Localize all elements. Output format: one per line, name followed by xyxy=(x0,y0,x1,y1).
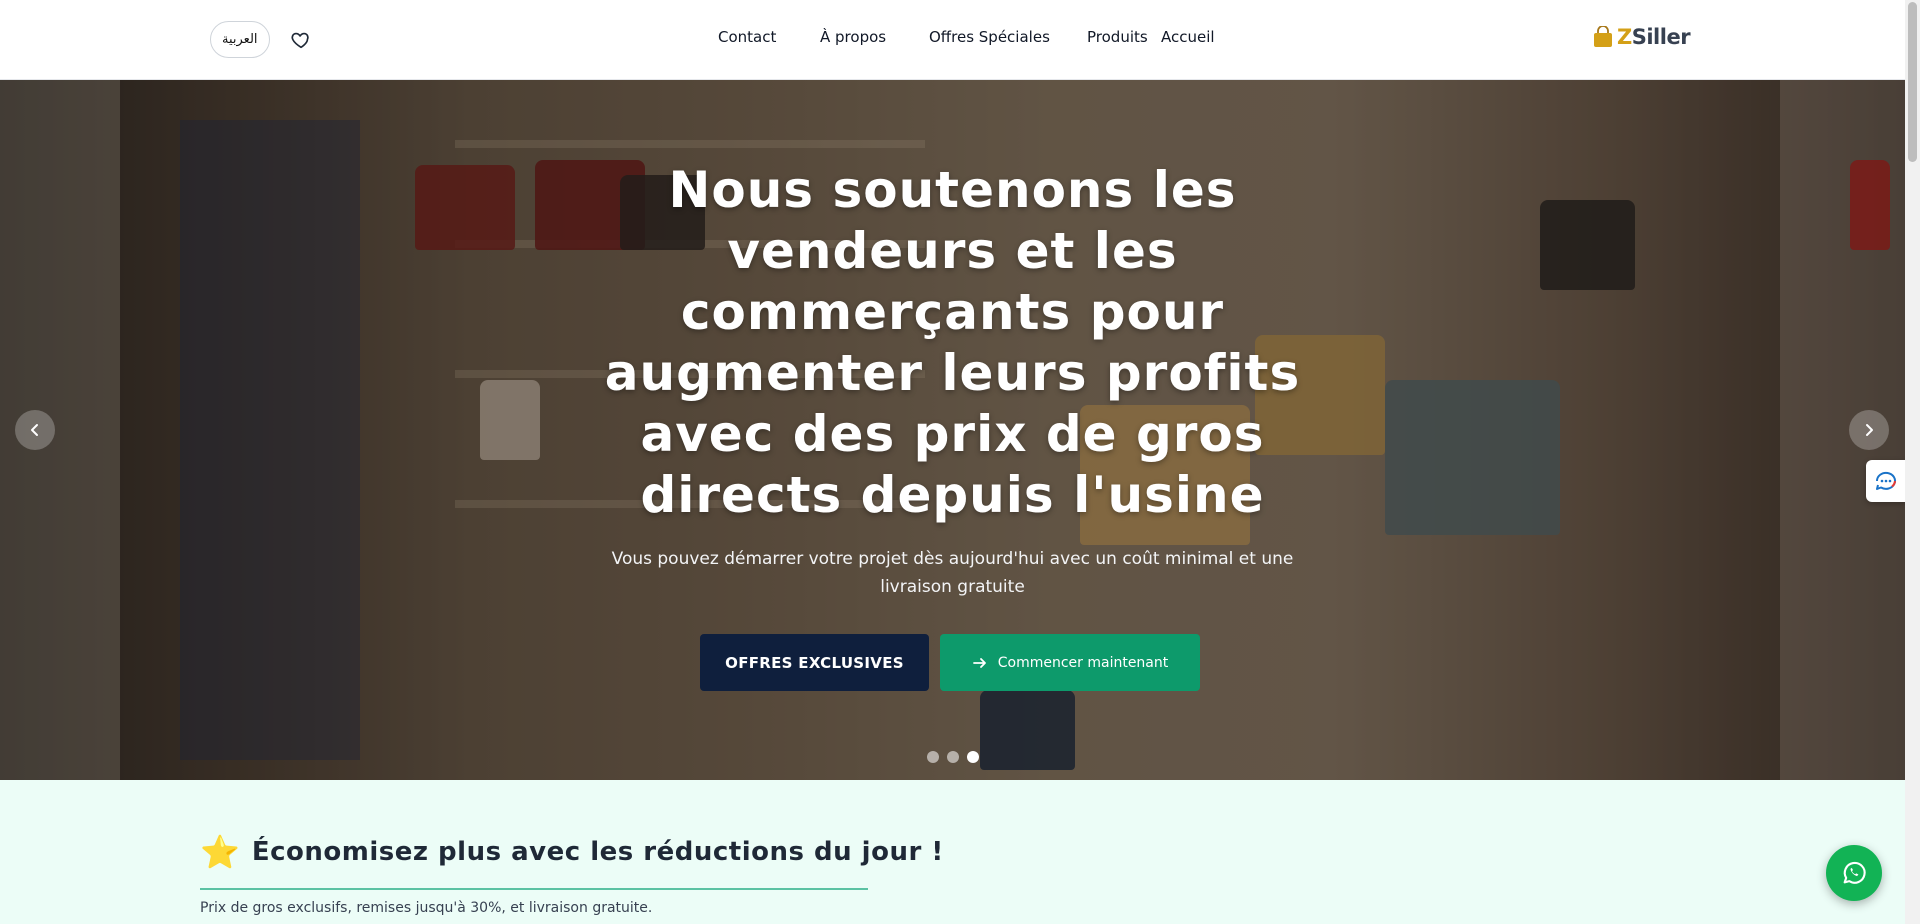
arrow-right-icon xyxy=(972,657,986,668)
hero-subtitle: Vous pouvez démarrer votre projet dès au… xyxy=(611,549,1294,597)
chevron-right-icon xyxy=(1866,424,1873,436)
deals-subtitle: Prix de gros exclusifs, remises jusqu'à … xyxy=(200,900,653,916)
language-switch-button[interactable]: العربية xyxy=(210,21,270,58)
exclusive-offers-button[interactable]: OFFRES EXCLUSIVES xyxy=(700,634,929,691)
nav-products[interactable]: Produits xyxy=(1087,28,1148,46)
logo-text: ZSiller xyxy=(1617,25,1691,49)
deals-title: Économisez plus avec les réductions du j… xyxy=(251,837,944,867)
star-icon: ⭐ xyxy=(200,833,240,871)
daily-deals-section: ⭐ Économisez plus avec les réductions du… xyxy=(0,780,1905,924)
hero-title: Nous soutenons les vendeurs et les comme… xyxy=(604,161,1301,524)
carousel-dot[interactable] xyxy=(947,751,959,763)
deals-divider xyxy=(200,888,868,890)
chat-widget-icon xyxy=(1875,471,1896,490)
chevron-left-icon xyxy=(31,424,38,436)
page-scrollbar[interactable] xyxy=(1905,0,1920,924)
carousel-dot[interactable] xyxy=(927,751,939,763)
nav-home[interactable]: Accueil xyxy=(1161,28,1215,46)
carousel-next-button[interactable] xyxy=(1849,410,1889,450)
start-now-button[interactable]: Commencer maintenant xyxy=(940,634,1200,691)
start-now-label: Commencer maintenant xyxy=(997,654,1169,671)
deals-heading: ⭐ Économisez plus avec les réductions du… xyxy=(200,836,944,868)
carousel-prev-button[interactable] xyxy=(15,410,55,450)
chat-widget-button[interactable] xyxy=(1866,460,1906,502)
carousel-indicators xyxy=(927,751,979,763)
hero-carousel: Nous soutenons les vendeurs et les comme… xyxy=(0,80,1905,780)
nav-contact[interactable]: Contact xyxy=(718,28,776,46)
nav-special-offers[interactable]: Offres Spéciales xyxy=(929,28,1050,46)
whatsapp-icon xyxy=(1843,861,1866,884)
nav-about[interactable]: À propos xyxy=(820,28,886,46)
carousel-dot-active[interactable] xyxy=(967,751,979,763)
heart-icon[interactable] xyxy=(290,29,312,51)
whatsapp-button[interactable] xyxy=(1826,845,1882,901)
shopping-bag-logo-icon xyxy=(1594,26,1612,47)
site-header: العربية Contact À propos Offres Spéciale… xyxy=(0,0,1905,80)
site-logo[interactable]: ZSiller xyxy=(1593,25,1691,49)
scrollbar-thumb[interactable] xyxy=(1908,2,1917,162)
